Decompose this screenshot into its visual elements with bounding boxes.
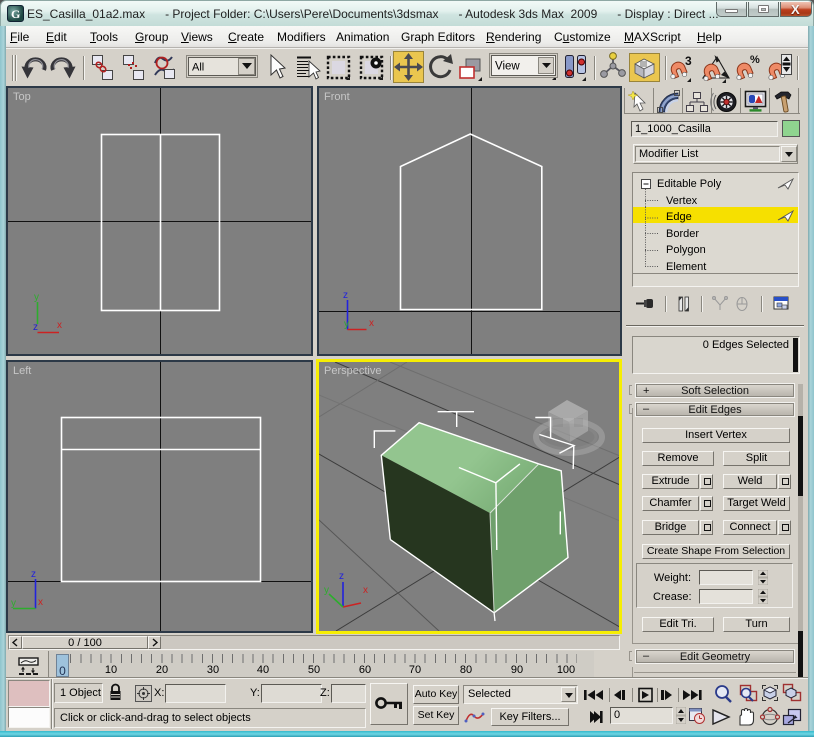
svg-text:x: x	[38, 597, 43, 608]
svg-text:View: View	[495, 61, 520, 73]
svg-text:x: x	[57, 320, 62, 331]
svg-text:z: z	[33, 322, 38, 333]
svg-text:All: All	[192, 62, 204, 74]
svg-text:y: y	[324, 585, 329, 596]
svg-text:z: z	[31, 569, 36, 580]
svg-text:y: y	[11, 598, 16, 609]
svg-text:x: x	[363, 585, 368, 596]
svg-text:x: x	[369, 318, 374, 329]
svg-text:3: 3	[685, 54, 692, 68]
svg-text:z: z	[343, 290, 348, 301]
svg-text:y: y	[344, 319, 349, 330]
svg-text:y: y	[34, 292, 39, 303]
svg-text:z: z	[339, 571, 344, 582]
svg-text:%: %	[750, 54, 760, 66]
